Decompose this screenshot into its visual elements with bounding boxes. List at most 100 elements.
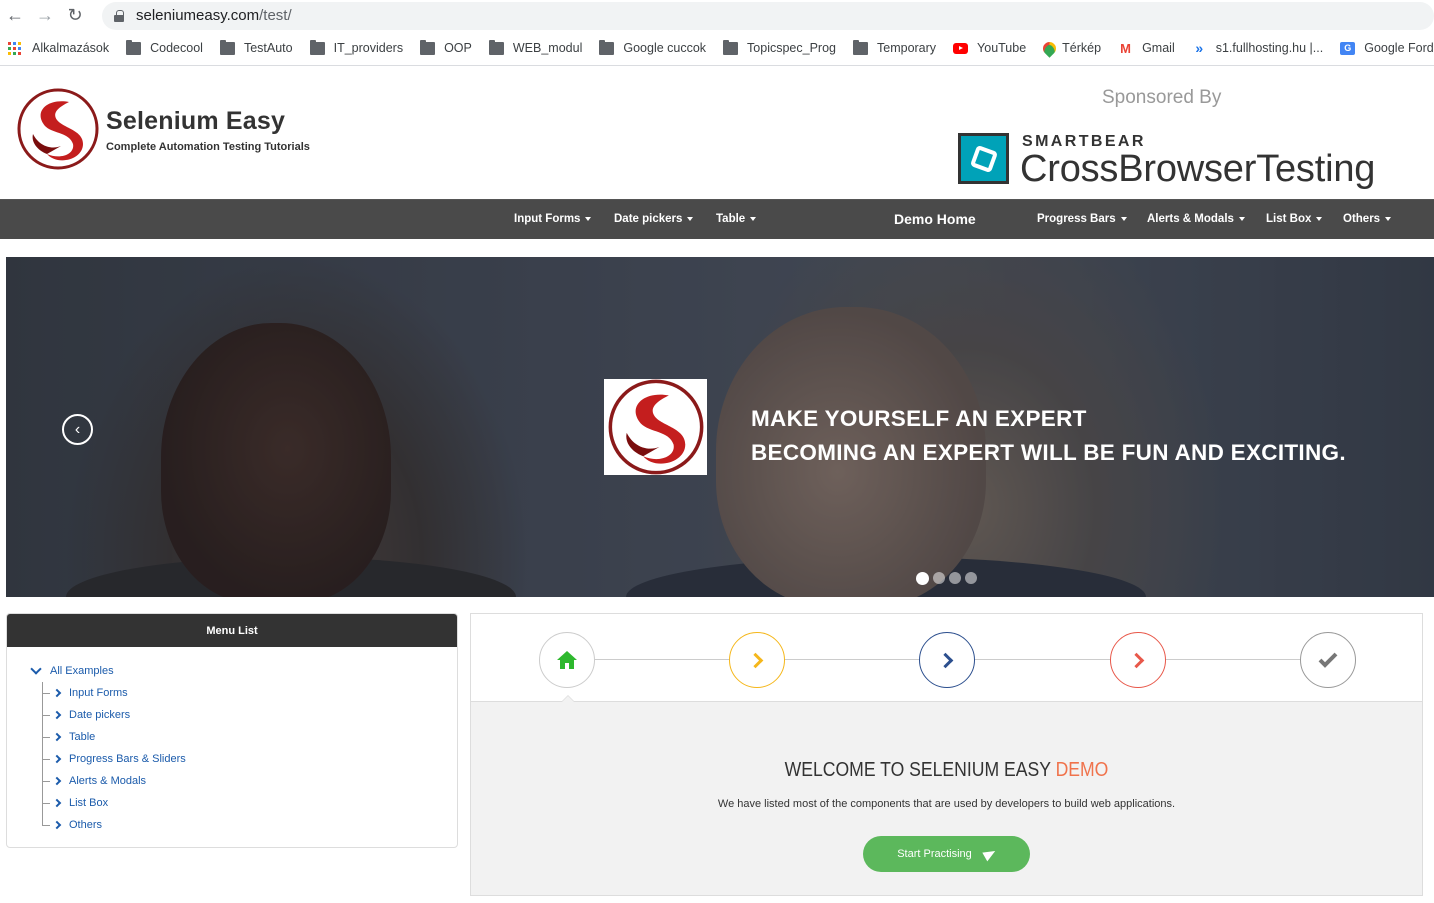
bookmark-gmail[interactable]: M Gmail <box>1118 41 1175 56</box>
bookmark-temporary[interactable]: Temporary <box>853 39 937 55</box>
tree-item-input-forms[interactable]: Input Forms <box>30 682 186 704</box>
chevron-right-icon <box>52 710 62 720</box>
brand-name[interactable]: Selenium Easy <box>106 107 285 136</box>
bookmark-oop[interactable]: OOP <box>420 39 472 55</box>
nav-label: Alerts & Modals <box>1147 213 1234 225</box>
main-nav: Input Forms Date pickers Table Demo Home… <box>0 199 1434 239</box>
tree-item-label: Progress Bars & Sliders <box>69 753 186 765</box>
bookmark-label: OOP <box>444 41 472 55</box>
nav-list-box[interactable]: List Box <box>1266 213 1323 225</box>
nav-label: Others <box>1343 213 1381 225</box>
caret-down-icon <box>585 216 592 221</box>
forward-icon[interactable]: → <box>30 1 60 31</box>
nav-label: Progress Bars <box>1037 213 1116 225</box>
nav-others[interactable]: Others <box>1343 213 1392 225</box>
carousel-dot[interactable] <box>933 572 945 584</box>
carousel-prev-button[interactable]: ‹ <box>62 414 93 445</box>
wizard-steps <box>471 614 1422 702</box>
bookmark-topicspec-prog[interactable]: Topicspec_Prog <box>723 39 836 55</box>
folder-icon <box>723 39 739 55</box>
nav-input-forms[interactable]: Input Forms <box>514 213 592 225</box>
bookmark-youtube[interactable]: YouTube <box>953 41 1026 55</box>
tree-item-progress-bars[interactable]: Progress Bars & Sliders <box>30 748 186 770</box>
bookmark-terkep[interactable]: Térkép <box>1043 41 1101 55</box>
nav-progress-bars[interactable]: Progress Bars <box>1037 213 1127 225</box>
bookmark-label: Térkép <box>1062 41 1102 55</box>
bookmark-label: Topicspec_Prog <box>747 41 836 55</box>
bookmark-testauto[interactable]: TestAuto <box>219 39 293 55</box>
tree-root-all-examples[interactable]: All Examples <box>30 662 186 680</box>
check-icon <box>1318 652 1338 668</box>
address-bar[interactable]: seleniumeasy.com/test/ <box>102 1 1434 30</box>
step-2[interactable] <box>729 632 785 688</box>
bookmark-label: s1.fullhosting.hu |... <box>1215 41 1324 55</box>
tree-item-label: List Box <box>69 797 109 809</box>
bookmarks-bar: Alkalmazások Codecool TestAuto IT_provid… <box>0 31 1434 66</box>
bookmark-fullhosting[interactable]: » s1.fullhosting.hu |... <box>1192 40 1324 56</box>
bookmark-label: Gmail <box>1142 41 1175 55</box>
carousel-dot[interactable] <box>949 572 961 584</box>
tree-item-alerts-modals[interactable]: Alerts & Modals <box>30 770 186 792</box>
nav-table[interactable]: Table <box>716 213 757 225</box>
send-icon <box>982 846 998 862</box>
back-icon[interactable]: ← <box>0 1 30 31</box>
start-practising-button[interactable]: Start Practising <box>863 836 1030 872</box>
nav-demo-home[interactable]: Demo Home <box>894 211 976 227</box>
bookmark-google-cuccok[interactable]: Google cuccok <box>599 39 706 55</box>
brand-tagline: Complete Automation Testing Tutorials <box>106 141 310 153</box>
url-host: seleniumeasy.com <box>136 7 260 24</box>
bookmark-label: YouTube <box>977 41 1027 55</box>
caret-down-icon <box>1385 216 1392 221</box>
menu-list-panel: Menu List All Examples Input Forms Date … <box>6 613 458 848</box>
selenium-easy-logo[interactable] <box>17 88 99 170</box>
welcome-description: We have listed most of the components th… <box>717 798 1176 810</box>
url-path: /test/ <box>259 7 292 24</box>
sponsor-product[interactable]: CrossBrowserTesting <box>1020 148 1375 191</box>
chevron-right-icon <box>747 652 763 668</box>
hero-carousel: ‹ MAKE YOURSELF AN EXPERT BECOMING AN EX… <box>6 257 1434 597</box>
caret-down-icon <box>1238 216 1245 221</box>
reload-icon[interactable]: ↻ <box>60 1 90 31</box>
bookmark-apps[interactable]: Alkalmazások <box>8 41 109 55</box>
bookmark-web-modul[interactable]: WEB_modul <box>488 39 582 55</box>
tree-item-label: Table <box>69 731 96 743</box>
carousel-dot[interactable] <box>916 571 929 585</box>
menu-tree: All Examples Input Forms Date pickers Ta… <box>30 662 186 836</box>
bookmark-it-providers[interactable]: IT_providers <box>309 39 403 55</box>
caret-down-icon <box>750 216 757 221</box>
bookmark-codecool[interactable]: Codecool <box>126 39 203 55</box>
caret-down-icon <box>1316 216 1323 221</box>
caret-down-icon <box>1120 216 1127 221</box>
chevron-left-icon: ‹ <box>74 420 81 438</box>
chevron-right-icon <box>1128 652 1144 668</box>
chevron-right-icon <box>52 798 62 808</box>
folder-icon <box>126 39 142 55</box>
nav-date-pickers[interactable]: Date pickers <box>614 213 694 225</box>
active-step-pointer <box>561 695 575 702</box>
bookmark-label: Alkalmazások <box>32 41 110 55</box>
nav-label: Date pickers <box>614 213 683 225</box>
step-finish[interactable] <box>1300 632 1356 688</box>
site-header: Selenium Easy Complete Automation Testin… <box>0 66 1434 199</box>
folder-icon <box>420 39 436 55</box>
tree-item-date-pickers[interactable]: Date pickers <box>30 704 186 726</box>
tree-root-label: All Examples <box>50 665 114 677</box>
carousel-dot[interactable] <box>965 572 977 584</box>
welcome-panel: WELCOME TO SELENIUM EASY DEMO We have li… <box>470 613 1423 896</box>
step-home[interactable] <box>539 632 595 688</box>
menu-list-title: Menu List <box>7 614 457 647</box>
tree-item-others[interactable]: Others <box>30 814 186 836</box>
tree-item-label: Others <box>69 819 103 831</box>
bookmark-label: TestAuto <box>243 41 293 55</box>
step-3[interactable] <box>919 632 975 688</box>
chevron-right-icon <box>52 754 62 764</box>
step-4[interactable] <box>1110 632 1166 688</box>
folder-icon <box>599 39 615 55</box>
bookmark-label: Temporary <box>877 41 937 55</box>
nav-alerts-modals[interactable]: Alerts & Modals <box>1147 213 1245 225</box>
smartbear-logo-icon[interactable] <box>958 133 1009 184</box>
tree-item-list-box[interactable]: List Box <box>30 792 186 814</box>
tree-item-table[interactable]: Table <box>30 726 186 748</box>
bookmark-label: Google Fordító <box>1364 41 1434 55</box>
bookmark-google-fordito[interactable]: G Google Fordító <box>1340 41 1434 55</box>
